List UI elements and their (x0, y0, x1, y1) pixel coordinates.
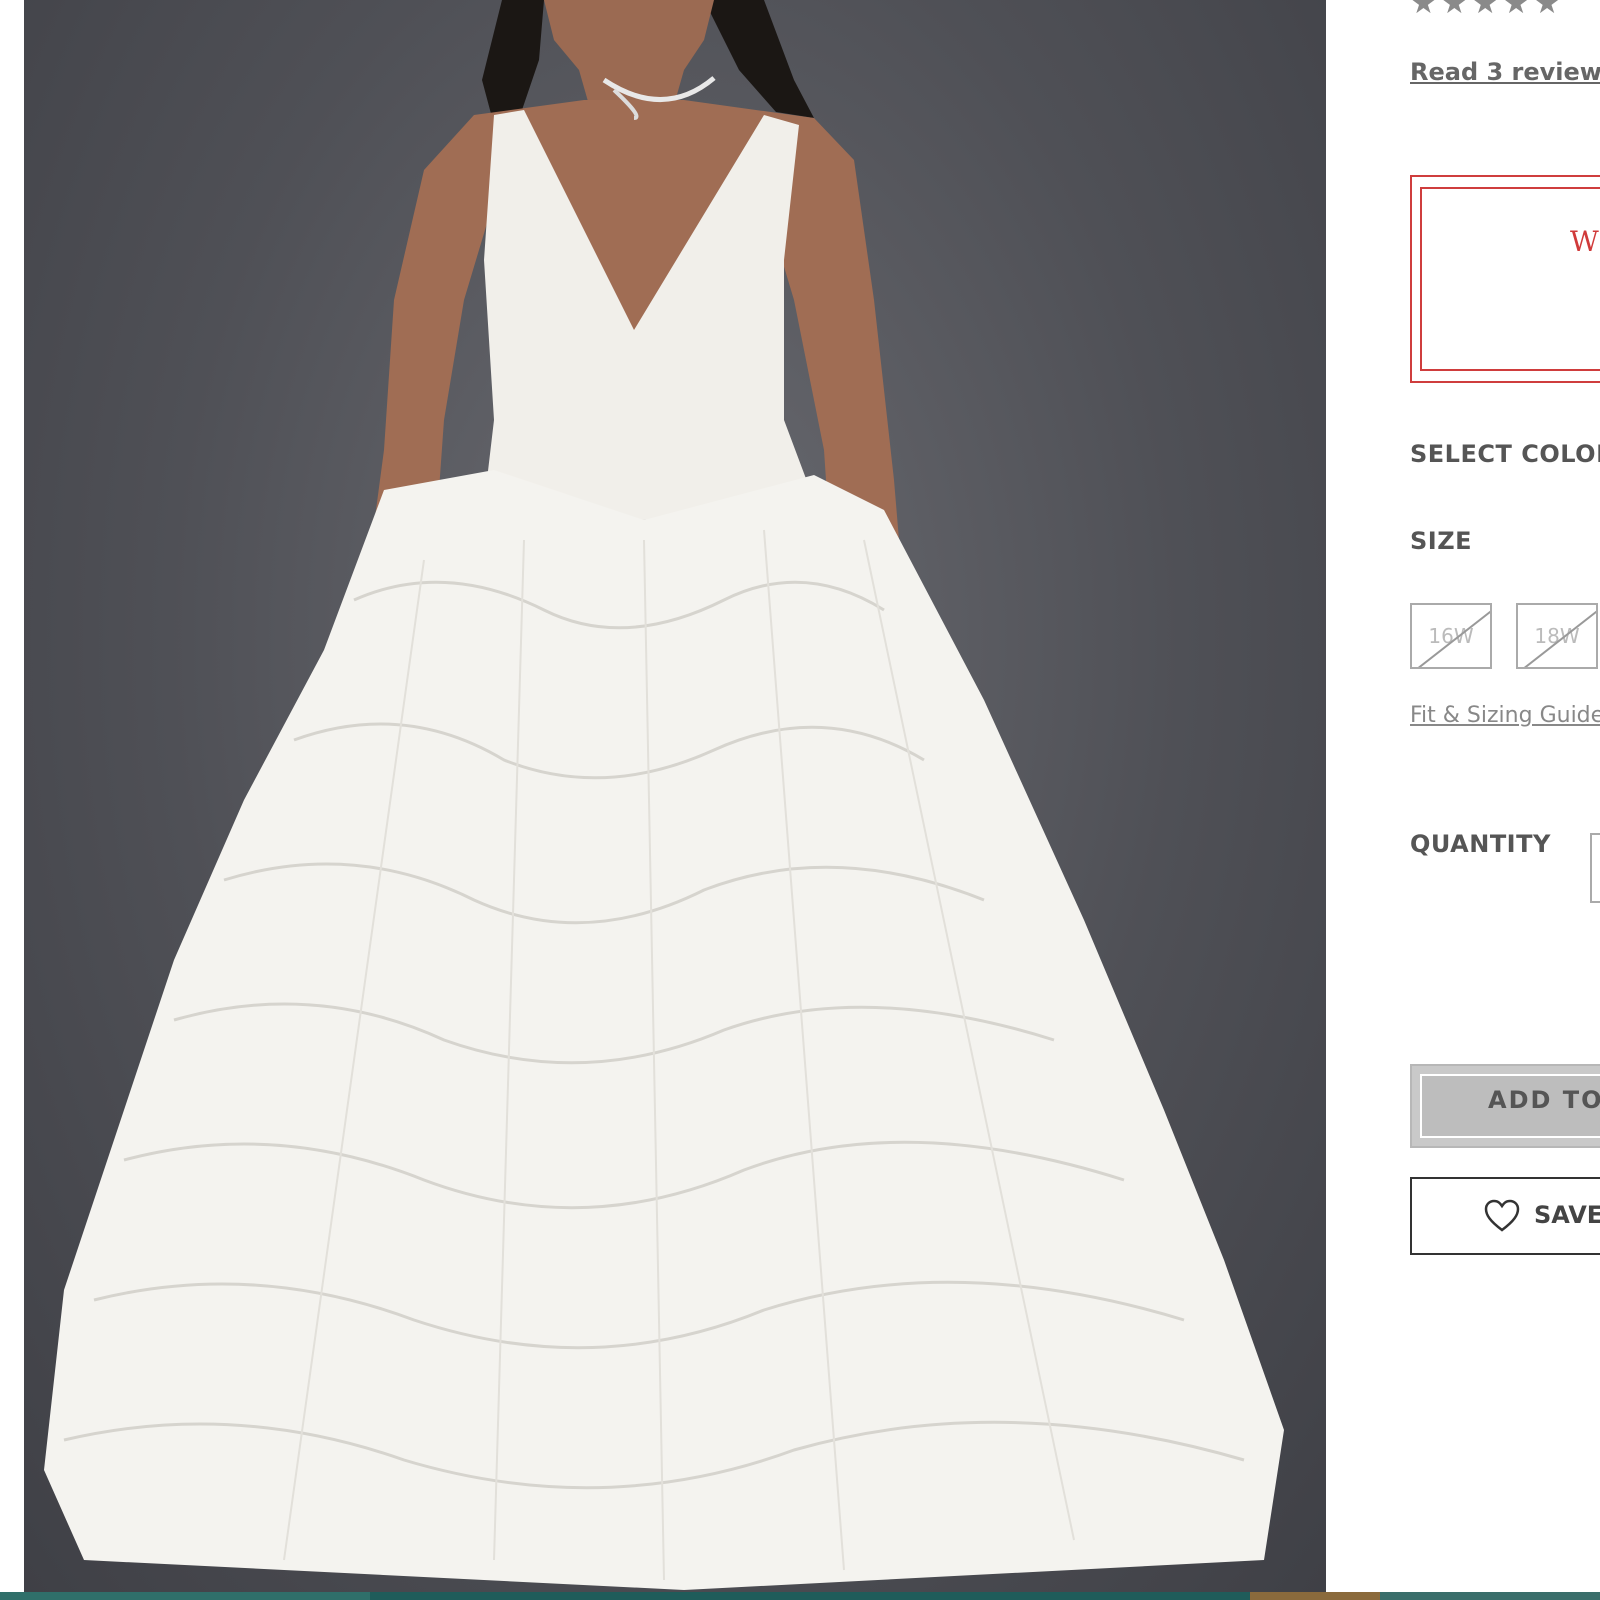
fit-sizing-guide-link[interactable]: Fit & Sizing Guide (1410, 703, 1600, 728)
promo-inner-frame (1420, 187, 1600, 371)
save-button[interactable]: SAVE (1410, 1177, 1600, 1255)
product-details-panel: ★★★★★ Read 3 reviews W SELECT COLOR SIZE… (1326, 0, 1600, 1600)
size-label: SIZE (1410, 527, 1473, 555)
heart-icon (1484, 1199, 1520, 1232)
promo-banner[interactable]: W (1410, 175, 1600, 383)
size-option-18w[interactable]: 18W (1516, 603, 1598, 669)
wedding-dress-illustration (44, 0, 1284, 1590)
add-to-bag-button[interactable]: ADD TO (1410, 1064, 1600, 1148)
size-option-16w[interactable]: 16W (1410, 603, 1492, 669)
promo-text: W (1570, 225, 1599, 258)
quantity-input[interactable] (1590, 833, 1600, 903)
read-reviews-link[interactable]: Read 3 reviews (1410, 58, 1600, 86)
save-button-label: SAVE (1534, 1201, 1600, 1229)
product-image[interactable] (24, 0, 1326, 1592)
rating-stars: ★★★★★ (1410, 0, 1565, 21)
add-button-label: ADD TO (1488, 1086, 1600, 1114)
quantity-label: QUANTITY (1410, 830, 1551, 858)
select-color-label: SELECT COLOR (1410, 440, 1600, 468)
